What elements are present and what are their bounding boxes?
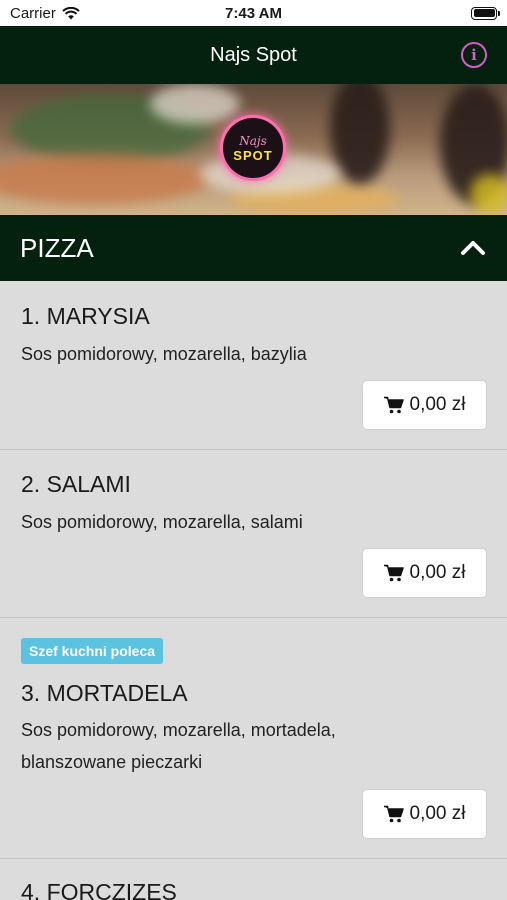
item-name: 2. SALAMI: [21, 471, 131, 497]
wifi-icon: [62, 6, 80, 19]
item-description: Sos pomidorowy, mozarella, mortadela, bl…: [21, 720, 336, 772]
restaurant-logo: Najs SPOT: [220, 115, 286, 181]
add-to-cart-button[interactable]: 0,00 zł: [363, 549, 486, 597]
section-header-pizza[interactable]: PIZZA: [0, 215, 507, 281]
status-time: 7:43 AM: [225, 4, 282, 22]
status-left: Carrier: [10, 5, 180, 22]
section-title: PIZZA: [20, 232, 94, 263]
item-name: 1. MARYSIA: [21, 303, 150, 329]
add-to-cart-button[interactable]: 0,00 zł: [363, 381, 486, 429]
chevron-up-icon[interactable]: [459, 234, 487, 262]
price-label: 0,00 zł: [409, 562, 466, 583]
restaurant-banner: Najs SPOT: [0, 84, 507, 215]
cart-icon: [383, 396, 404, 414]
price-label: 0,00 zł: [409, 394, 466, 415]
menu-list: 1. MARYSIA Sos pomidorowy, mozarella, ba…: [0, 281, 507, 900]
cart-icon: [383, 564, 404, 582]
item-name: 3. MORTADELA: [21, 680, 188, 706]
menu-item[interactable]: 2. SALAMI Sos pomidorowy, mozarella, sal…: [0, 450, 507, 618]
carrier-label: Carrier: [10, 4, 56, 22]
nav-bar: Najs Spot i: [0, 26, 507, 84]
add-to-cart-button[interactable]: 0,00 zł: [363, 790, 486, 838]
info-icon[interactable]: i: [461, 42, 487, 68]
menu-item[interactable]: Szef kuchni poleca 3. MORTADELA Sos pomi…: [0, 618, 507, 859]
price-label: 0,00 zł: [409, 803, 466, 824]
cart-icon: [383, 805, 404, 823]
logo-text-top: Najs: [239, 133, 267, 148]
item-description: Sos pomidorowy, mozarella, bazylia: [21, 344, 307, 364]
nav-title: Najs Spot: [210, 43, 297, 66]
chef-recommends-badge: Szef kuchni poleca: [21, 638, 164, 664]
logo-text-bottom: SPOT: [233, 147, 273, 163]
battery-icon: [471, 6, 500, 20]
item-name: 4. FORCZIZES: [21, 879, 177, 900]
menu-item[interactable]: 1. MARYSIA Sos pomidorowy, mozarella, ba…: [0, 281, 507, 450]
status-right: [327, 6, 500, 20]
status-bar: Carrier 7:43 AM: [0, 0, 507, 26]
menu-item[interactable]: 4. FORCZIZES: [0, 859, 507, 900]
item-description: Sos pomidorowy, mozarella, salami: [21, 512, 303, 532]
